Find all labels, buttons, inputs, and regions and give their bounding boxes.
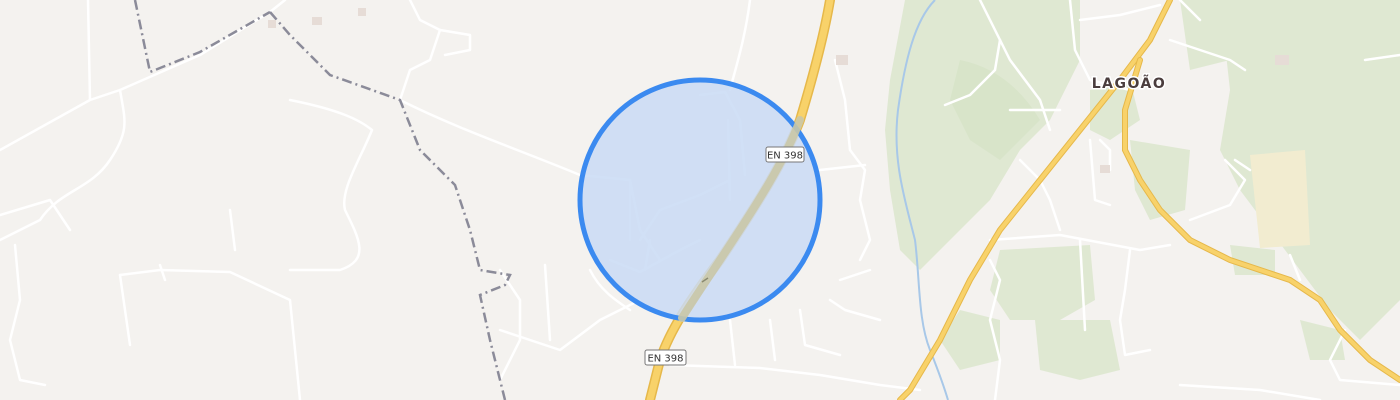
road-shield-1-text: EN 398	[767, 151, 803, 162]
place-label-lagoao: LAGOÃO	[1092, 75, 1167, 92]
road-shield-2: EN 398	[644, 349, 687, 366]
map-canvas[interactable]: EN 398 EN 398 LAGOÃO	[0, 0, 1400, 400]
road-shield-2-text: EN 398	[647, 354, 683, 365]
road-shield-1: EN 398	[765, 146, 805, 163]
